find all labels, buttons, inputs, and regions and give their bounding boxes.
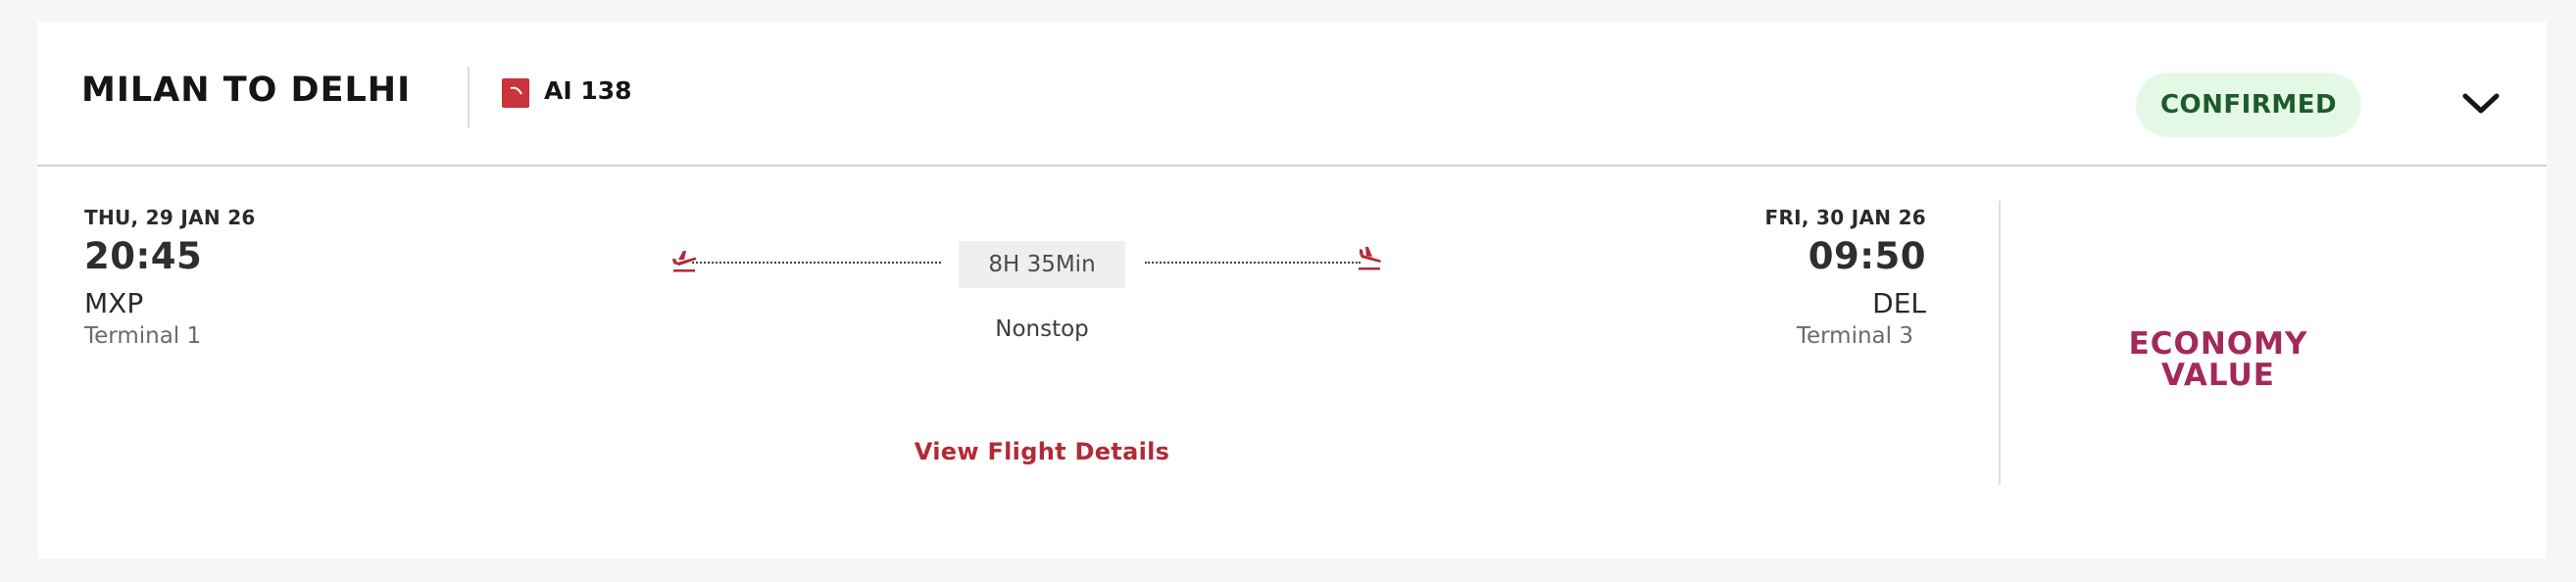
header-divider	[468, 67, 470, 127]
air-india-logo-icon	[502, 78, 529, 108]
departure-terminal: Terminal 1	[84, 323, 202, 349]
arrival-time: 09:50	[1808, 235, 1926, 277]
stops-label: Nonstop	[995, 316, 1089, 342]
expand-toggle-button[interactable]	[2458, 84, 2503, 123]
flight-card: MILAN TO DELHI AI 138 CONFIRMED THU, 29 …	[37, 22, 2547, 558]
route-title: MILAN TO DELHI	[81, 71, 412, 110]
landing-icon	[1359, 247, 1381, 270]
flight-card-header: MILAN TO DELHI AI 138 CONFIRMED	[37, 22, 2547, 167]
fare-class-line2: VALUE	[2161, 358, 2275, 393]
fare-divider	[1999, 201, 2001, 485]
route-dash-right	[1145, 262, 1361, 264]
departure-time: 20:45	[84, 235, 203, 277]
view-flight-details-link[interactable]: View Flight Details	[880, 438, 1204, 465]
status-badge: CONFIRMED	[2136, 73, 2361, 137]
flight-number: AI 138	[544, 76, 632, 105]
fare-class: ECONOMY VALUE	[2105, 328, 2331, 391]
takeoff-icon	[672, 251, 697, 272]
route-dash-left	[692, 262, 941, 264]
chevron-down-icon	[2462, 93, 2500, 114]
departure-date: THU, 29 JAN 26	[84, 206, 256, 229]
flight-duration: 8H 35Min	[959, 241, 1125, 288]
fare-class-line1: ECONOMY	[2128, 326, 2308, 362]
departure-airport-code: MXP	[84, 287, 144, 319]
arrival-airport-code: DEL	[1872, 287, 1926, 319]
arrival-date: FRI, 30 JAN 26	[1764, 206, 1926, 229]
arrival-terminal: Terminal 3	[1796, 323, 1913, 349]
flight-card-body: THU, 29 JAN 26 20:45 MXP Terminal 1 8H 3…	[37, 167, 2547, 558]
